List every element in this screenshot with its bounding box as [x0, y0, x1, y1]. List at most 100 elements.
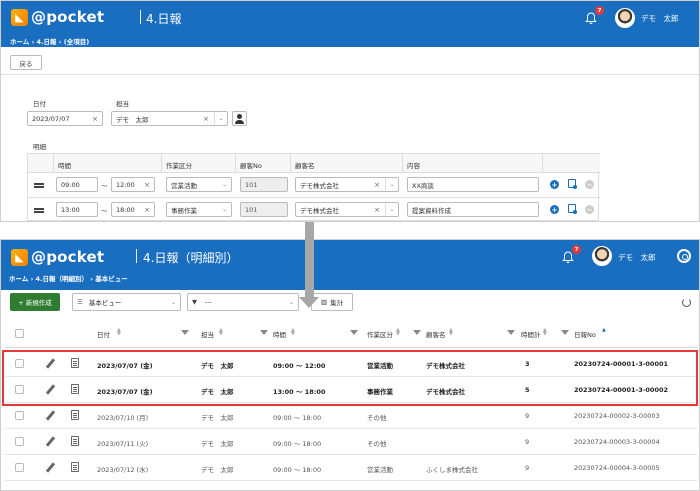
edit-icon[interactable]	[45, 384, 56, 395]
daily-report-list-screen: ◣ @pocket 4.日報（明細別） ホーム › 4.日報（明細別） › 基本…	[0, 239, 700, 491]
clear-icon[interactable]: ×	[203, 115, 209, 123]
sort-icon[interactable]: ▲ ▼	[291, 328, 295, 337]
end-time-field[interactable]: 18:00 ×	[111, 202, 155, 217]
content-field[interactable]: 提案資料作成	[407, 202, 539, 217]
owner-select[interactable]: デモ 太郎 × ⌄	[111, 111, 228, 126]
filter-icon[interactable]	[507, 330, 515, 335]
detail-icon[interactable]	[71, 358, 79, 368]
table-row[interactable]: 2023/07/10 (月) デモ 太郎 09:00 ～ 18:00 その他 9…	[5, 403, 697, 429]
app-logo[interactable]: ◣ @pocket	[11, 8, 104, 26]
drag-handle-icon[interactable]	[34, 183, 44, 188]
col-owner[interactable]: 担当	[201, 329, 214, 339]
table-row[interactable]: 2023/07/11 (火) デモ 太郎 09:00 ～ 18:00 その他 9…	[5, 429, 697, 455]
filter-icon[interactable]	[181, 330, 189, 335]
sort-icon[interactable]: ▲ ▼	[219, 328, 223, 337]
breadcrumb-home[interactable]: ホーム	[10, 38, 29, 46]
table-row[interactable]: 2023/07/12 (水) デモ 太郎 09:00 ～ 18:00 営業活動 …	[5, 455, 697, 481]
new-record-button[interactable]: + 新規作成	[10, 293, 60, 311]
chevron-down-icon[interactable]: ⌄	[167, 294, 180, 310]
refresh-icon[interactable]	[682, 298, 691, 307]
filter-select[interactable]: ▼ --- ⌄	[187, 293, 299, 311]
add-row-icon[interactable]: +	[550, 180, 559, 189]
chevron-down-icon[interactable]: ⌄	[218, 203, 231, 216]
filter-icon[interactable]	[350, 330, 358, 335]
start-time-field[interactable]: 13:00	[56, 202, 98, 217]
clear-icon[interactable]: ×	[92, 115, 98, 123]
app-logo[interactable]: ◣ @pocket	[11, 248, 104, 266]
breadcrumb-report[interactable]: 4.日報	[37, 38, 57, 46]
work-type-select[interactable]: 事務作業 ⌄	[166, 202, 232, 217]
clear-icon[interactable]: ×	[144, 181, 150, 189]
detail-icon[interactable]	[71, 410, 79, 420]
user-name[interactable]: デモ 太郎	[618, 252, 656, 263]
add-row-icon[interactable]: +	[550, 205, 559, 214]
bell-icon[interactable]	[585, 12, 597, 24]
end-time-field[interactable]: 12:00 ×	[111, 177, 155, 192]
edit-icon[interactable]	[45, 358, 56, 369]
detail-icon[interactable]	[71, 436, 79, 446]
content-field[interactable]: XX商談	[407, 177, 539, 192]
clear-icon[interactable]: ×	[144, 206, 150, 214]
form-toolbar: 戻る	[1, 47, 699, 75]
remove-row-icon[interactable]: −	[585, 180, 594, 189]
col-work[interactable]: 作業区分	[367, 329, 393, 339]
sort-icon[interactable]: ▲	[602, 328, 606, 336]
filter-icon[interactable]	[260, 330, 268, 335]
remove-row-icon[interactable]: −	[585, 205, 594, 214]
col-cust-name: 顧客名	[291, 154, 403, 172]
row-checkbox[interactable]	[15, 411, 24, 420]
gear-icon[interactable]	[677, 249, 691, 263]
row-checkbox[interactable]	[15, 437, 24, 446]
chevron-down-icon[interactable]: ⌄	[214, 112, 227, 125]
filter-icon[interactable]	[561, 330, 569, 335]
table-row[interactable]: 2023/07/07 (金) デモ 太郎 13:00 ～ 18:00 事務作業 …	[5, 377, 697, 403]
row-checkbox[interactable]	[15, 359, 24, 368]
transition-arrow-shaft	[305, 222, 314, 298]
avatar[interactable]	[592, 246, 612, 266]
filter-icon[interactable]	[413, 330, 421, 335]
select-all-checkbox[interactable]	[15, 329, 24, 338]
col-hours[interactable]: 時間計	[521, 329, 541, 339]
view-select[interactable]: ☰ 基本ビュー ⌄	[72, 293, 181, 311]
col-customer[interactable]: 顧客名	[426, 329, 446, 339]
edit-icon[interactable]	[45, 462, 56, 473]
edit-icon[interactable]	[45, 410, 56, 421]
customer-name-select[interactable]: デモ株式会社 × ⌄	[295, 202, 399, 217]
drag-handle-icon[interactable]	[34, 208, 44, 213]
date-field[interactable]: 2023/07/07 ×	[27, 111, 103, 126]
app-header: ◣ @pocket 4.日報 ホーム › 4.日報 › (全項目) 7 デモ 太…	[1, 1, 699, 47]
chevron-down-icon[interactable]: ⌄	[385, 178, 398, 191]
chevron-down-icon[interactable]: ⌄	[218, 178, 231, 191]
clear-icon[interactable]: ×	[374, 181, 380, 189]
detail-icon[interactable]	[71, 462, 79, 472]
work-type-select[interactable]: 営業活動 ⌄	[166, 177, 232, 192]
table-row[interactable]: 2023/07/07 (金) デモ 太郎 09:00 ～ 12:00 営業活動 …	[5, 351, 697, 377]
chevron-down-icon[interactable]: ⌄	[285, 294, 298, 310]
start-time-field[interactable]: 09:00	[56, 177, 98, 192]
sort-icon[interactable]: ▲ ▼	[117, 328, 121, 337]
sort-icon[interactable]: ▲ ▼	[543, 328, 547, 337]
breadcrumb-home[interactable]: ホーム	[9, 275, 28, 283]
sort-icon[interactable]: ▲ ▼	[449, 328, 453, 337]
user-name[interactable]: デモ 太郎	[641, 13, 679, 24]
clear-icon[interactable]: ×	[374, 206, 380, 214]
back-button[interactable]: 戻る	[10, 55, 42, 70]
list-icon: ☰	[77, 298, 83, 306]
chevron-down-icon[interactable]: ⌄	[385, 203, 398, 216]
copy-row-icon[interactable]	[568, 179, 577, 189]
sort-icon[interactable]: ▲ ▼	[396, 328, 400, 337]
detail-icon[interactable]	[71, 384, 79, 394]
col-date[interactable]: 日付	[97, 329, 110, 339]
breadcrumb-report[interactable]: 4.日報（明細別）	[36, 275, 89, 283]
customer-no-field: 101	[240, 177, 288, 192]
bell-icon[interactable]	[562, 251, 574, 263]
col-time[interactable]: 時間	[273, 329, 286, 339]
copy-row-icon[interactable]	[568, 204, 577, 214]
row-checkbox[interactable]	[15, 463, 24, 472]
row-checkbox[interactable]	[15, 385, 24, 394]
col-report-no[interactable]: 日報No	[574, 329, 596, 339]
person-picker-button[interactable]	[232, 111, 247, 126]
customer-name-select[interactable]: デモ株式会社 × ⌄	[295, 177, 399, 192]
avatar[interactable]	[615, 8, 635, 28]
edit-icon[interactable]	[45, 436, 56, 447]
